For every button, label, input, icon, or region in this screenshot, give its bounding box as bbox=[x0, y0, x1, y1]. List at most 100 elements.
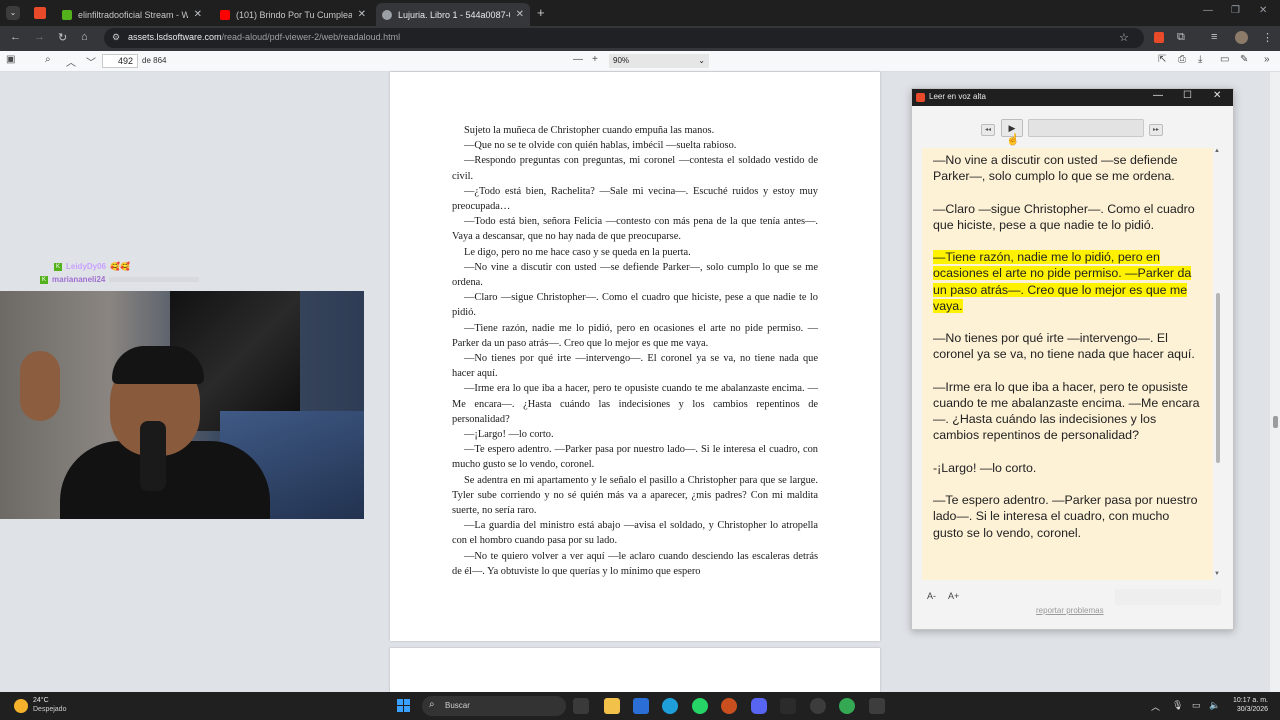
tab-youtube[interactable]: (101) Brindo Por Tu Cumpleaño ✕ bbox=[214, 3, 372, 26]
app-icon[interactable] bbox=[721, 698, 737, 714]
sidebar-toggle-icon[interactable]: ▣ bbox=[6, 54, 15, 65]
download-icon[interactable]: ⤓ bbox=[1198, 54, 1202, 65]
menu-icon[interactable]: ⋮ bbox=[1262, 31, 1273, 44]
print-icon[interactable]: ⎙ bbox=[1178, 54, 1186, 65]
page-paragraph: —Todo está bien, señora Felicia —contest… bbox=[452, 216, 818, 243]
microphone bbox=[140, 421, 166, 491]
pdf-next-page bbox=[390, 648, 880, 698]
back-icon[interactable]: ← bbox=[10, 31, 21, 43]
playback-progress-bar[interactable] bbox=[1028, 119, 1144, 137]
close-icon[interactable]: ✕ bbox=[516, 9, 524, 20]
close-icon[interactable]: ✕ bbox=[1213, 90, 1221, 101]
font-larger-button[interactable]: A+ bbox=[948, 591, 959, 601]
bookmark-star-icon[interactable]: ☆ bbox=[1119, 31, 1129, 44]
zoom-value: 90% bbox=[613, 56, 630, 65]
report-problems-link[interactable]: reportar problemas bbox=[1036, 606, 1104, 615]
pinned-tab-icon[interactable] bbox=[34, 7, 46, 19]
maximize-icon[interactable]: ☐ bbox=[1183, 90, 1192, 101]
read-aloud-text-area: —No vine a discutir con usted —se defien… bbox=[922, 148, 1213, 580]
chat-text: 🥰🥰 bbox=[110, 262, 130, 271]
file-explorer-icon[interactable] bbox=[604, 698, 620, 714]
read-paragraph-text: —No vine a discutir con usted —se defien… bbox=[933, 153, 1178, 184]
reload-icon[interactable]: ↻ bbox=[58, 31, 67, 44]
tab-search-button[interactable]: ⌄ bbox=[6, 6, 20, 20]
zoom-out-icon[interactable]: — bbox=[573, 54, 583, 65]
tab-kick-stream[interactable]: elinfiltradooficial Stream - Watc ✕ bbox=[56, 3, 208, 26]
microphone-icon[interactable]: 🎙 bbox=[1172, 700, 1183, 711]
open-file-icon[interactable]: ⇱ bbox=[1158, 54, 1166, 65]
forward-icon[interactable]: → bbox=[34, 31, 45, 43]
chrome-icon[interactable] bbox=[839, 698, 855, 714]
windows-start-icon[interactable] bbox=[397, 699, 411, 713]
network-icon[interactable]: ▭ bbox=[1192, 700, 1201, 711]
read-aloud-scrollbar[interactable]: ▲ ▼ bbox=[1213, 148, 1223, 580]
forward-button[interactable]: ▸▸ bbox=[1149, 124, 1163, 136]
scroll-down-icon[interactable]: ▼ bbox=[1214, 571, 1220, 577]
edge-icon[interactable] bbox=[662, 698, 678, 714]
chat-username: LeidyDy06 bbox=[66, 262, 107, 271]
tab-pdf-book[interactable]: Lujuria. Libro 1 - 544a0087-06 ✕ bbox=[376, 3, 530, 26]
page-paragraph: —Respondo preguntas con preguntas, mi co… bbox=[452, 155, 818, 182]
pdf-scrollbar[interactable] bbox=[1270, 72, 1280, 692]
page-total: de 864 bbox=[142, 56, 167, 65]
taskbar-date[interactable]: 30/3/2026 bbox=[1232, 706, 1268, 713]
rewind-button[interactable]: ◂◂ bbox=[981, 124, 995, 136]
media-controls-icon[interactable]: ≡ bbox=[1211, 31, 1217, 43]
next-page-icon[interactable]: ﹀ bbox=[86, 54, 96, 69]
webcam-streamer-hand bbox=[20, 351, 60, 421]
volume-icon[interactable]: 🔈 bbox=[1209, 700, 1220, 711]
more-tools-icon[interactable]: » bbox=[1264, 54, 1270, 65]
close-icon[interactable]: ✕ bbox=[358, 9, 366, 20]
page-number-input[interactable]: 492 bbox=[102, 54, 138, 68]
kick-badge-icon: K bbox=[40, 275, 48, 284]
weather-widget[interactable] bbox=[14, 697, 28, 715]
active-app-icon[interactable] bbox=[869, 698, 885, 714]
zoom-in-icon[interactable]: + bbox=[592, 54, 598, 65]
minimize-icon[interactable]: — bbox=[1203, 5, 1213, 16]
scrollbar-thumb[interactable] bbox=[1273, 416, 1278, 428]
font-smaller-button[interactable]: A- bbox=[927, 591, 936, 601]
page-paragraph: Le digo, pero no me hace caso y se queda… bbox=[464, 246, 691, 258]
read-aloud-extension-icon[interactable] bbox=[1154, 32, 1164, 43]
new-tab-button[interactable]: + bbox=[537, 5, 545, 20]
profile-avatar[interactable] bbox=[1235, 31, 1248, 44]
voice-selector[interactable] bbox=[1115, 589, 1221, 605]
draw-icon[interactable]: ✎ bbox=[1240, 54, 1248, 65]
obs-icon[interactable] bbox=[810, 698, 826, 714]
minimize-icon[interactable]: — bbox=[1153, 90, 1163, 101]
scroll-up-icon[interactable]: ▲ bbox=[1214, 148, 1220, 154]
weather-temperature: 24°C bbox=[33, 697, 49, 704]
previous-page-icon[interactable]: ︿ bbox=[66, 54, 76, 69]
read-paragraph-text: —Tiene razón, nadie me lo pidió, pero en… bbox=[933, 250, 1192, 313]
read-paragraph: —No vine a discutir con usted —se defien… bbox=[933, 152, 1202, 184]
whatsapp-icon[interactable] bbox=[692, 698, 708, 714]
chat-message: K LeidyDy06 🥰🥰 bbox=[38, 260, 238, 273]
zoom-select[interactable]: 90% ⌄ bbox=[609, 54, 709, 68]
youtube-icon bbox=[220, 9, 230, 20]
home-icon[interactable]: ⌂ bbox=[81, 31, 88, 43]
extensions-icon[interactable]: ⧉ bbox=[1177, 31, 1185, 44]
task-view-icon[interactable] bbox=[573, 698, 589, 714]
highlight-icon[interactable]: ▭ bbox=[1220, 54, 1229, 65]
site-info-icon[interactable]: ⚙ bbox=[112, 32, 120, 43]
page-paragraph: —No vine a discutir con usted —se defien… bbox=[452, 261, 818, 289]
tab-label: (101) Brindo Por Tu Cumpleaño bbox=[236, 9, 352, 20]
show-hidden-icons-icon[interactable]: ︿ bbox=[1151, 700, 1160, 713]
weather-description: Despejado bbox=[33, 706, 67, 713]
microsoft-store-icon[interactable] bbox=[633, 698, 649, 714]
maximize-icon[interactable]: ❐ bbox=[1231, 5, 1240, 16]
url-text[interactable]: assets.lsdsoftware.com/read-aloud/pdf-vi… bbox=[128, 32, 400, 42]
scrollbar-thumb[interactable] bbox=[1216, 293, 1220, 463]
discord-icon[interactable] bbox=[751, 698, 767, 714]
taskbar-search-box[interactable] bbox=[422, 696, 566, 716]
page-paragraph: —Claro —sigue Christopher—. Como el cuad… bbox=[452, 292, 818, 319]
page-paragraph: —¡Largo! —lo corto. bbox=[464, 429, 554, 441]
capcut-icon[interactable] bbox=[780, 698, 796, 714]
search-icon[interactable]: ⌕ bbox=[45, 54, 51, 65]
close-window-icon[interactable]: ✕ bbox=[1259, 5, 1267, 16]
chat-text-faded bbox=[109, 277, 200, 282]
taskbar-time[interactable]: 10:17 a. m. bbox=[1232, 697, 1268, 704]
page-paragraph: —¿Todo está bien, Rachelita? —Sale mi ve… bbox=[452, 185, 818, 213]
url-path: /read-aloud/pdf-viewer-2/web/readaloud.h… bbox=[221, 32, 401, 42]
close-icon[interactable]: ✕ bbox=[194, 9, 202, 20]
